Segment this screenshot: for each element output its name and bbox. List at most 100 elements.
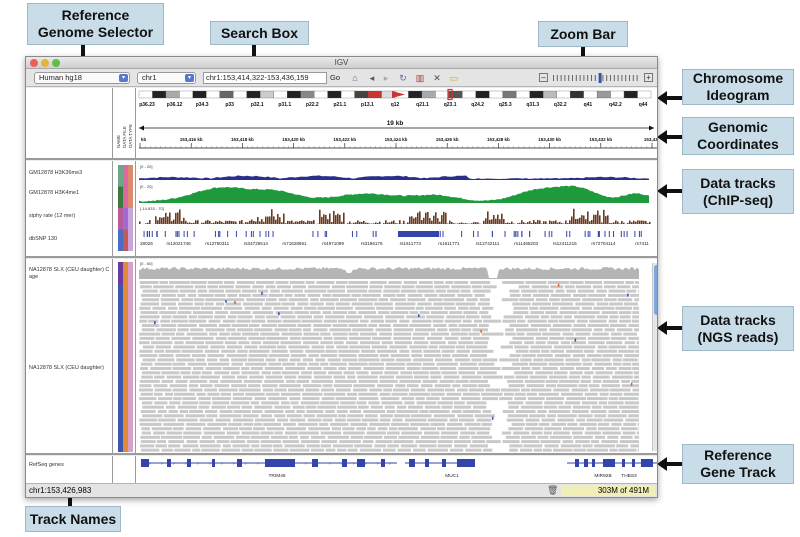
aligned-read <box>232 392 244 396</box>
chromosome-ideogram[interactable]: p36.23 p36.12 p34.3 p33 p32.1 p31.1 p22.2 p21.1… <box>137 88 658 158</box>
aligned-read <box>520 448 533 452</box>
aligned-read <box>139 315 160 319</box>
zoom-ticks[interactable] <box>551 72 641 84</box>
ngs-reads-track[interactable]: [0 - 60] <box>137 259 658 453</box>
aligned-read <box>205 410 218 413</box>
aligned-read <box>346 418 361 422</box>
zoom-out-button[interactable]: – <box>539 73 548 82</box>
aligned-read <box>320 388 335 392</box>
track-signal-siphy-bar <box>367 222 369 224</box>
chromosome-selector[interactable]: chr1 ▾ <box>137 72 196 84</box>
track-signal-siphy-bar <box>425 212 427 224</box>
mismatch-base <box>154 321 156 325</box>
track-signal-siphy-bar <box>361 221 363 224</box>
aligned-read <box>214 384 230 388</box>
aligned-read <box>560 444 582 448</box>
aligned-read <box>361 418 379 422</box>
aligned-read <box>380 397 400 401</box>
scrollbar-thumb[interactable] <box>654 265 657 315</box>
track-name[interactable]: NA12878 SLX (CEU daughter) <box>29 365 104 371</box>
track-name[interactable]: dbSNP 130 <box>29 236 57 242</box>
aligned-read <box>199 324 217 327</box>
aligned-read <box>422 362 435 366</box>
aligned-read <box>177 311 192 315</box>
aligned-read <box>200 375 220 379</box>
aligned-read <box>358 392 378 396</box>
attribute-header[interactable]: DATA TYPE <box>128 124 133 148</box>
arrow-chipseq-tracks <box>666 189 682 193</box>
aligned-read <box>323 319 337 323</box>
forward-icon[interactable]: ▸ <box>380 72 392 84</box>
aligned-read <box>456 349 470 353</box>
go-button[interactable]: Go <box>330 72 340 84</box>
aligned-read <box>379 379 398 383</box>
aligned-read <box>218 285 234 289</box>
close-icon[interactable]: ✕ <box>431 72 443 84</box>
aligned-read <box>153 384 168 388</box>
track-signal-siphy-bar <box>229 220 231 224</box>
mismatch-base <box>261 291 263 295</box>
vertical-scrollbar[interactable] <box>652 263 657 451</box>
track-name[interactable]: RefSeq genes <box>29 462 64 468</box>
track-signal-siphy-bar <box>641 220 643 224</box>
ideogram-band <box>516 90 530 99</box>
attribute-header[interactable]: DATA FILE <box>122 126 127 148</box>
aligned-read <box>233 410 251 413</box>
aligned-read <box>485 388 500 392</box>
aligned-read <box>414 375 429 379</box>
region-icon[interactable]: ▥ <box>414 72 426 84</box>
aligned-read <box>272 371 281 375</box>
snp-marker <box>566 231 568 237</box>
aligned-read <box>274 328 288 332</box>
gene-exon <box>381 459 385 467</box>
ideogram-band <box>367 90 382 99</box>
aligned-read <box>409 324 432 327</box>
attribute-header[interactable]: NAME <box>116 135 121 148</box>
aligned-read <box>545 379 558 383</box>
ruler-tick-label: 153,416 kb <box>180 137 203 142</box>
attribute-cell[interactable] <box>128 262 133 452</box>
snp-marker <box>149 231 151 237</box>
back-icon[interactable]: ◂ <box>366 72 378 84</box>
search-input[interactable]: chr1:153,414,322-153,436,159 <box>203 72 327 84</box>
trash-icon[interactable]: 🗑 <box>547 485 558 496</box>
aligned-read <box>622 358 638 362</box>
track-name[interactable]: GM12878 H3K4me1 <box>29 190 79 196</box>
refresh-icon[interactable]: ↻ <box>397 72 409 84</box>
track-signal-siphy-bar <box>223 222 225 224</box>
aligned-read <box>153 431 166 435</box>
track-name[interactable]: GM12878 H3K36me3 <box>29 170 82 176</box>
attribute-cell[interactable] <box>128 165 133 251</box>
snp-marker <box>634 231 636 237</box>
aligned-read <box>285 367 306 370</box>
aligned-read <box>575 367 590 370</box>
aligned-read <box>437 444 452 448</box>
zoom-bar[interactable]: – + <box>539 72 654 84</box>
track-name[interactable]: siphy rate (12 mer) <box>29 213 75 219</box>
genome-selector[interactable]: Human hg18 ▾ <box>34 72 130 84</box>
popup-icon[interactable]: ▭ <box>448 72 460 84</box>
aligned-read <box>265 285 276 289</box>
ideogram-band <box>340 90 355 99</box>
track-signal-siphy-bar <box>565 220 567 224</box>
home-icon[interactable]: ⌂ <box>349 72 361 84</box>
aligned-read <box>227 336 247 340</box>
aligned-read <box>226 345 243 349</box>
track-signal-siphy-bar <box>281 222 283 224</box>
aligned-read <box>616 444 629 448</box>
strand-arrow: › <box>245 461 247 467</box>
aligned-read <box>572 431 583 435</box>
track-signal-siphy-bar <box>627 222 629 224</box>
strand-arrow: › <box>209 461 211 467</box>
aligned-read <box>192 336 214 340</box>
aligned-read <box>566 289 576 293</box>
zoom-in-button[interactable]: + <box>644 73 653 82</box>
chipseq-tracks[interactable]: [0 - 20][0 - 20][-14.833 - 70]28026 rs120… <box>137 161 658 256</box>
refseq-gene-track[interactable]: › › › › › › › › › › › › › › › › › › › › ›TRIM46 MUC1 MIR92B THB… <box>137 456 658 483</box>
ideogram-band <box>179 90 194 99</box>
track-name[interactable]: NA12878 SLX (CEU daughter) C <box>29 267 109 273</box>
aligned-read <box>325 349 338 353</box>
aligned-read <box>166 431 183 435</box>
aligned-read <box>437 401 454 405</box>
aligned-read <box>398 435 420 439</box>
